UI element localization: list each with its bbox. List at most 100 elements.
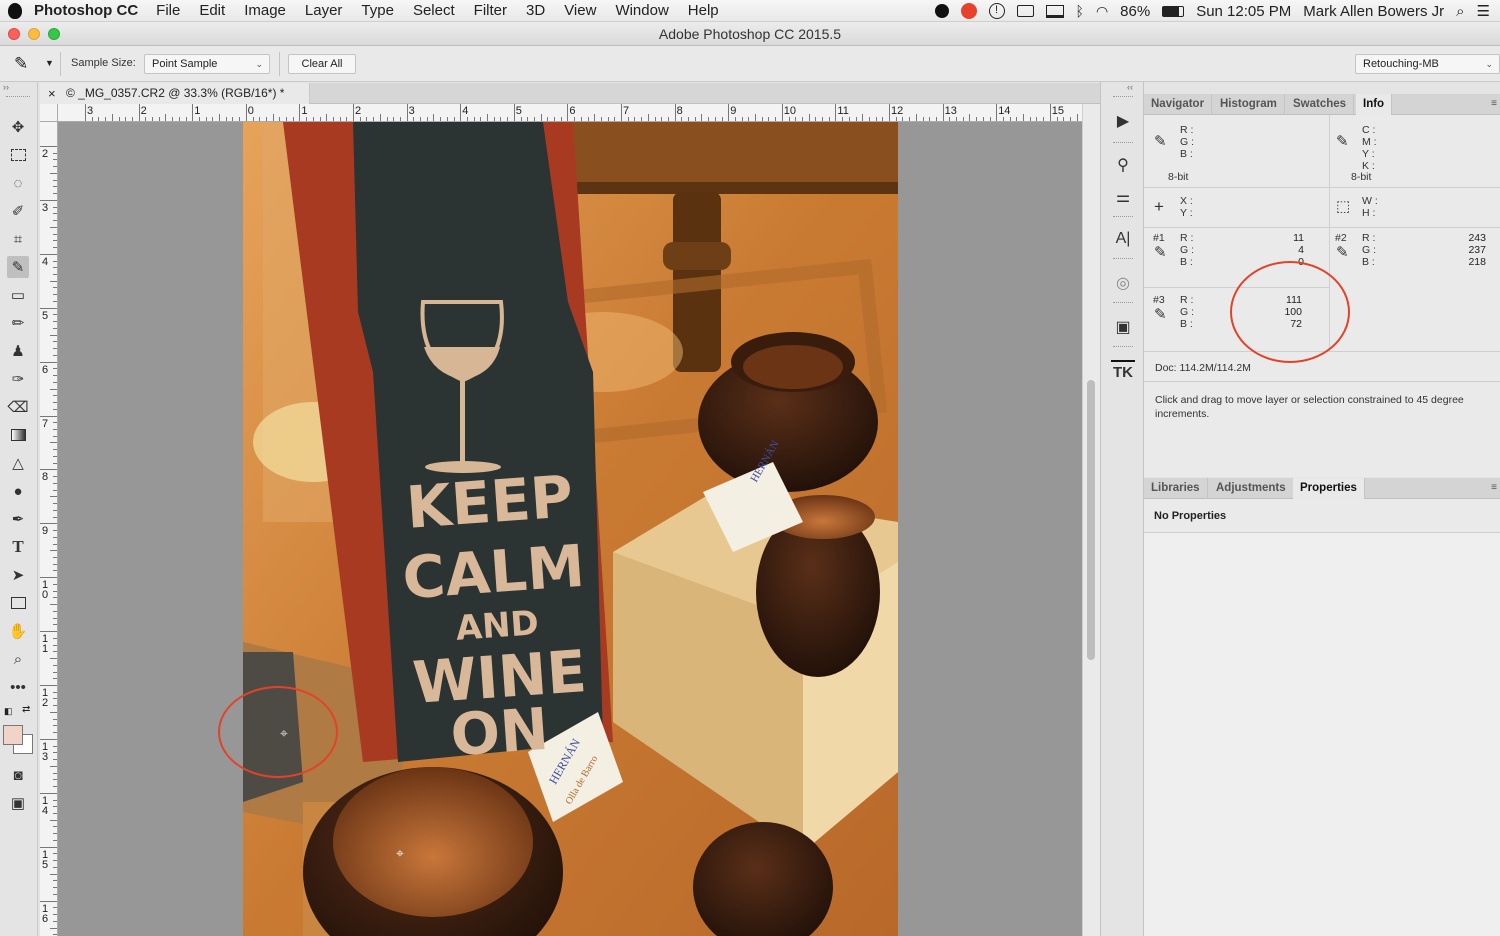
tk-panel-icon[interactable]: TK — [1111, 360, 1135, 382]
panel-grip[interactable] — [1113, 216, 1133, 219]
hand-tool-icon[interactable]: ✋ — [7, 620, 29, 642]
tab-navigator[interactable]: Navigator — [1144, 94, 1213, 115]
menu-image[interactable]: Image — [244, 2, 286, 19]
rectangle-tool-icon[interactable] — [7, 592, 29, 614]
panel-menu-icon[interactable]: ≡ — [1491, 482, 1497, 493]
panel-grip[interactable] — [1113, 142, 1133, 145]
document-tab[interactable]: × © _MG_0357.CR2 @ 33.3% (RGB/16*) * — [40, 83, 310, 104]
adjustments-sliders-icon[interactable]: ⚌ — [1111, 186, 1135, 208]
plugin-target-icon[interactable]: ◎ — [1111, 272, 1135, 294]
bluetooth-icon[interactable]: ᛒ — [1076, 3, 1084, 19]
menu-select[interactable]: Select — [413, 2, 455, 19]
lasso-tool-icon[interactable]: ◌ — [7, 172, 29, 194]
creative-cloud-icon[interactable] — [960, 3, 977, 19]
battery-icon[interactable] — [1162, 5, 1185, 17]
canvas-area[interactable]: HERNÁN HERNÁN Olla de Barro KEEP CALM AN… — [58, 122, 1082, 936]
healing-brush-tool-icon[interactable]: ▭ — [7, 284, 29, 306]
tab-adjustments[interactable]: Adjustments — [1209, 478, 1294, 499]
panel-grip[interactable] — [1113, 302, 1133, 305]
quick-selection-tool-icon[interactable]: ✐ — [7, 200, 29, 222]
sample-size-select[interactable]: Point Sample ⌄ — [144, 54, 270, 74]
black-dot-icon[interactable] — [934, 4, 949, 18]
foreground-color-swatch[interactable] — [3, 725, 23, 745]
gradient-tool-icon[interactable] — [7, 424, 29, 446]
default-colors-icon[interactable]: ◧ — [4, 706, 13, 717]
character-panel-icon[interactable]: A| — [1111, 228, 1135, 250]
quick-mask-icon[interactable]: ◙ — [7, 764, 29, 786]
spotlight-search-icon[interactable]: ⌕ — [1456, 3, 1464, 20]
eyedropper-tool-preset-icon[interactable]: ✎ — [14, 54, 28, 74]
menu-layer[interactable]: Layer — [305, 2, 343, 19]
close-window-button[interactable] — [8, 28, 20, 40]
brush-tool-icon[interactable]: ✏ — [7, 312, 29, 334]
app-menu[interactable]: Photoshop CC — [34, 2, 138, 19]
zoom-window-button[interactable] — [48, 28, 60, 40]
airplay-icon[interactable] — [1045, 4, 1064, 18]
menu-filter[interactable]: Filter — [474, 2, 507, 19]
dodge-tool-icon[interactable]: ● — [7, 480, 29, 502]
wifi-icon[interactable]: ◠ — [1096, 3, 1108, 20]
sampler-eyedropper-icon[interactable]: ✎ — [1154, 305, 1167, 323]
actions-play-icon[interactable]: ▶ — [1111, 110, 1135, 132]
zoom-tool-icon[interactable]: ⌕ — [7, 648, 29, 670]
clear-all-button[interactable]: Clear All — [288, 54, 356, 74]
move-tool-icon[interactable]: ✥ — [7, 116, 29, 138]
eyedropper-icon[interactable]: ✎ — [1336, 132, 1349, 150]
user-name[interactable]: Mark Allen Bowers Jr — [1303, 3, 1444, 20]
collapse-panel-icon[interactable]: ›› — [3, 82, 9, 92]
panel-grip[interactable] — [1113, 96, 1133, 99]
photo-image[interactable]: HERNÁN HERNÁN Olla de Barro KEEP CALM AN… — [243, 122, 898, 936]
apple-icon[interactable] — [8, 2, 22, 19]
workspace-select[interactable]: Retouching-MB ⌄ — [1355, 54, 1500, 74]
collapse-dock-icon[interactable]: ‹‹ — [1127, 82, 1133, 92]
brush-presets-icon[interactable]: ⚲ — [1111, 154, 1135, 176]
menu-3d[interactable]: 3D — [526, 2, 545, 19]
menu-window[interactable]: Window — [615, 2, 668, 19]
eraser-tool-icon[interactable]: ⌫ — [7, 396, 29, 418]
crop-tool-icon[interactable]: ⌗ — [7, 228, 29, 250]
eyedropper-icon[interactable]: ✎ — [1154, 132, 1167, 150]
tab-libraries[interactable]: Libraries — [1144, 478, 1208, 499]
tab-properties[interactable]: Properties — [1293, 478, 1365, 499]
type-tool-icon[interactable]: T — [7, 536, 29, 558]
menu-edit[interactable]: Edit — [199, 2, 225, 19]
panel-menu-icon[interactable]: ≡ — [1491, 98, 1497, 109]
color-sampler-tool-icon[interactable]: ✎ — [7, 256, 29, 278]
chevron-down-icon[interactable]: ▼ — [45, 58, 54, 68]
tab-info[interactable]: Info — [1356, 94, 1393, 115]
close-document-icon[interactable]: × — [48, 83, 56, 104]
menu-view[interactable]: View — [564, 2, 596, 19]
menu-type[interactable]: Type — [361, 2, 394, 19]
menu-file[interactable]: File — [156, 2, 180, 19]
swap-colors-icon[interactable]: ⇄ — [22, 704, 30, 715]
display-icon[interactable] — [1016, 5, 1034, 17]
tab-histogram[interactable]: Histogram — [1213, 94, 1285, 115]
canvas-vertical-scrollbar[interactable] — [1082, 104, 1100, 936]
path-selection-tool-icon[interactable]: ➤ — [7, 564, 29, 586]
color-sampler-3-marker[interactable]: ⌖ — [396, 845, 404, 862]
panel-grip[interactable] — [1113, 346, 1133, 349]
scroll-thumb[interactable] — [1087, 380, 1095, 660]
pen-tool-icon[interactable]: ✒ — [7, 508, 29, 530]
panel-grip[interactable] — [1113, 258, 1133, 261]
panel-grip[interactable] — [6, 96, 30, 97]
notification-list-icon[interactable]: ☰ — [1477, 2, 1490, 20]
tab-swatches[interactable]: Swatches — [1286, 94, 1355, 115]
sampler-eyedropper-icon[interactable]: ✎ — [1336, 243, 1349, 261]
clock[interactable]: Sun 12:05 PM — [1196, 3, 1291, 20]
sampler-eyedropper-icon[interactable]: ✎ — [1154, 243, 1167, 261]
minimize-window-button[interactable] — [28, 28, 40, 40]
alert-icon[interactable]: ! — [988, 3, 1005, 19]
history-brush-tool-icon[interactable]: ✑ — [7, 368, 29, 390]
menu-help[interactable]: Help — [688, 2, 719, 19]
blur-tool-icon[interactable]: △ — [7, 452, 29, 474]
ruler-minor-tick — [915, 114, 917, 121]
ruler-origin[interactable] — [40, 104, 58, 122]
folder-clock-icon[interactable]: ▣ — [1111, 316, 1135, 338]
vertical-ruler[interactable]: 2 3 4 5 6 7 8 9 10 11 12 13 14 15 16 — [40, 122, 58, 936]
screen-mode-icon[interactable]: ▣ — [7, 792, 29, 814]
clone-stamp-tool-icon[interactable]: ♟ — [7, 340, 29, 362]
more-tools-icon[interactable]: ••• — [7, 676, 29, 698]
marquee-tool-icon[interactable] — [7, 144, 29, 166]
horizontal-ruler[interactable]: 3 2 1 0 1 2 3 4 5 6 7 8 9 10 11 12 13 14 15 — [58, 104, 1082, 122]
